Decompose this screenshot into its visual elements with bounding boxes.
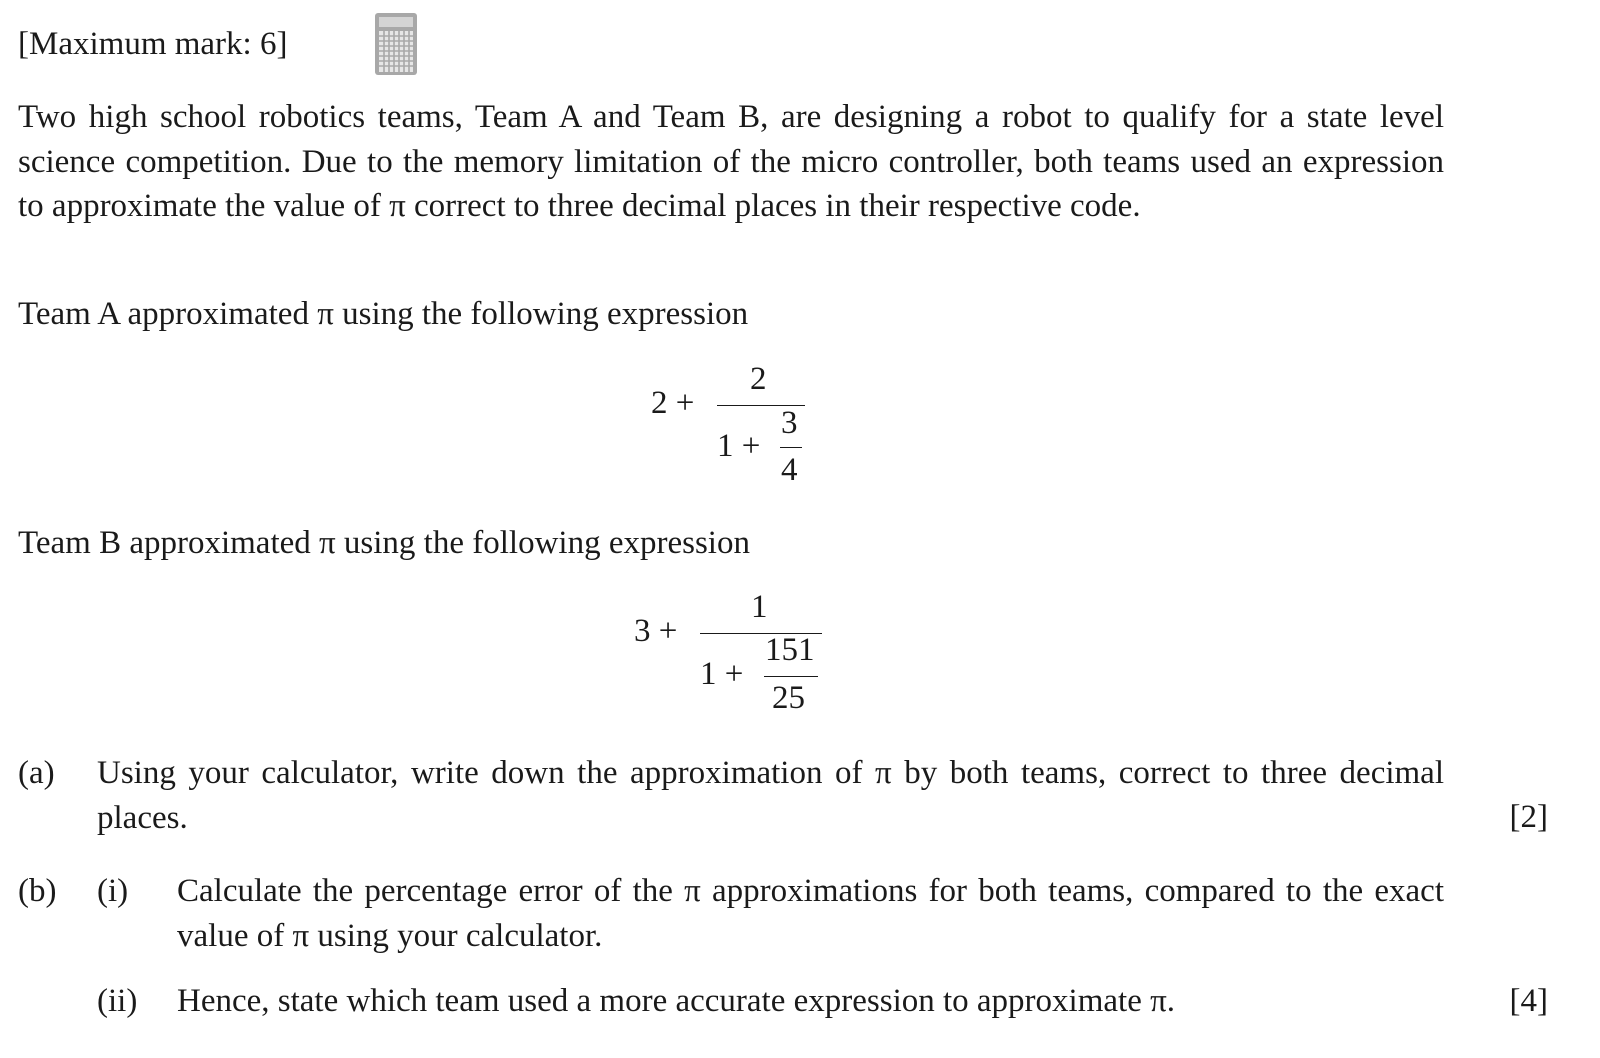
team-b-inner-lead: 1 +	[700, 656, 744, 692]
team-a-lead: 2 +	[651, 385, 695, 421]
team-b-inner-fraction-bar	[764, 676, 818, 677]
team-a-label: Team A approximated π using the followin…	[18, 296, 749, 332]
intro-paragraph: Two high school robotics teams, Team A a…	[18, 99, 1444, 224]
exam-question-page: [Maximum mark: 6] Two high school roboti…	[0, 0, 1600, 1058]
maximum-mark-label: [Maximum mark: 6]	[18, 26, 288, 62]
part-b-label: (b)	[18, 873, 57, 909]
part-b-i-label: (i)	[97, 873, 129, 909]
team-b-inner-denominator: 25	[772, 680, 805, 716]
part-b-i-text: Calculate the percentage error of the π …	[177, 873, 1444, 954]
team-b-lead: 3 +	[634, 613, 678, 649]
part-a-text: Using your calculator, write down the ap…	[97, 755, 1444, 836]
part-b-ii-label: (ii)	[97, 983, 138, 1019]
team-a-inner-numerator: 3	[781, 405, 798, 441]
team-a-inner-fraction-bar	[780, 447, 802, 448]
team-a-numerator: 2	[750, 361, 767, 397]
calculator-icon	[375, 13, 417, 75]
team-b-label: Team B approximated π using the followin…	[18, 525, 750, 561]
part-b-ii-text: Hence, state which team used a more accu…	[177, 983, 1176, 1019]
team-a-inner-lead: 1 +	[717, 428, 761, 464]
part-b-mark: [4]	[1509, 983, 1548, 1019]
team-b-inner-numerator: 151	[765, 632, 815, 668]
team-a-inner-denominator: 4	[781, 452, 798, 488]
part-a-mark: [2]	[1509, 799, 1548, 835]
team-b-numerator: 1	[751, 589, 768, 625]
part-a-label: (a)	[18, 755, 55, 791]
